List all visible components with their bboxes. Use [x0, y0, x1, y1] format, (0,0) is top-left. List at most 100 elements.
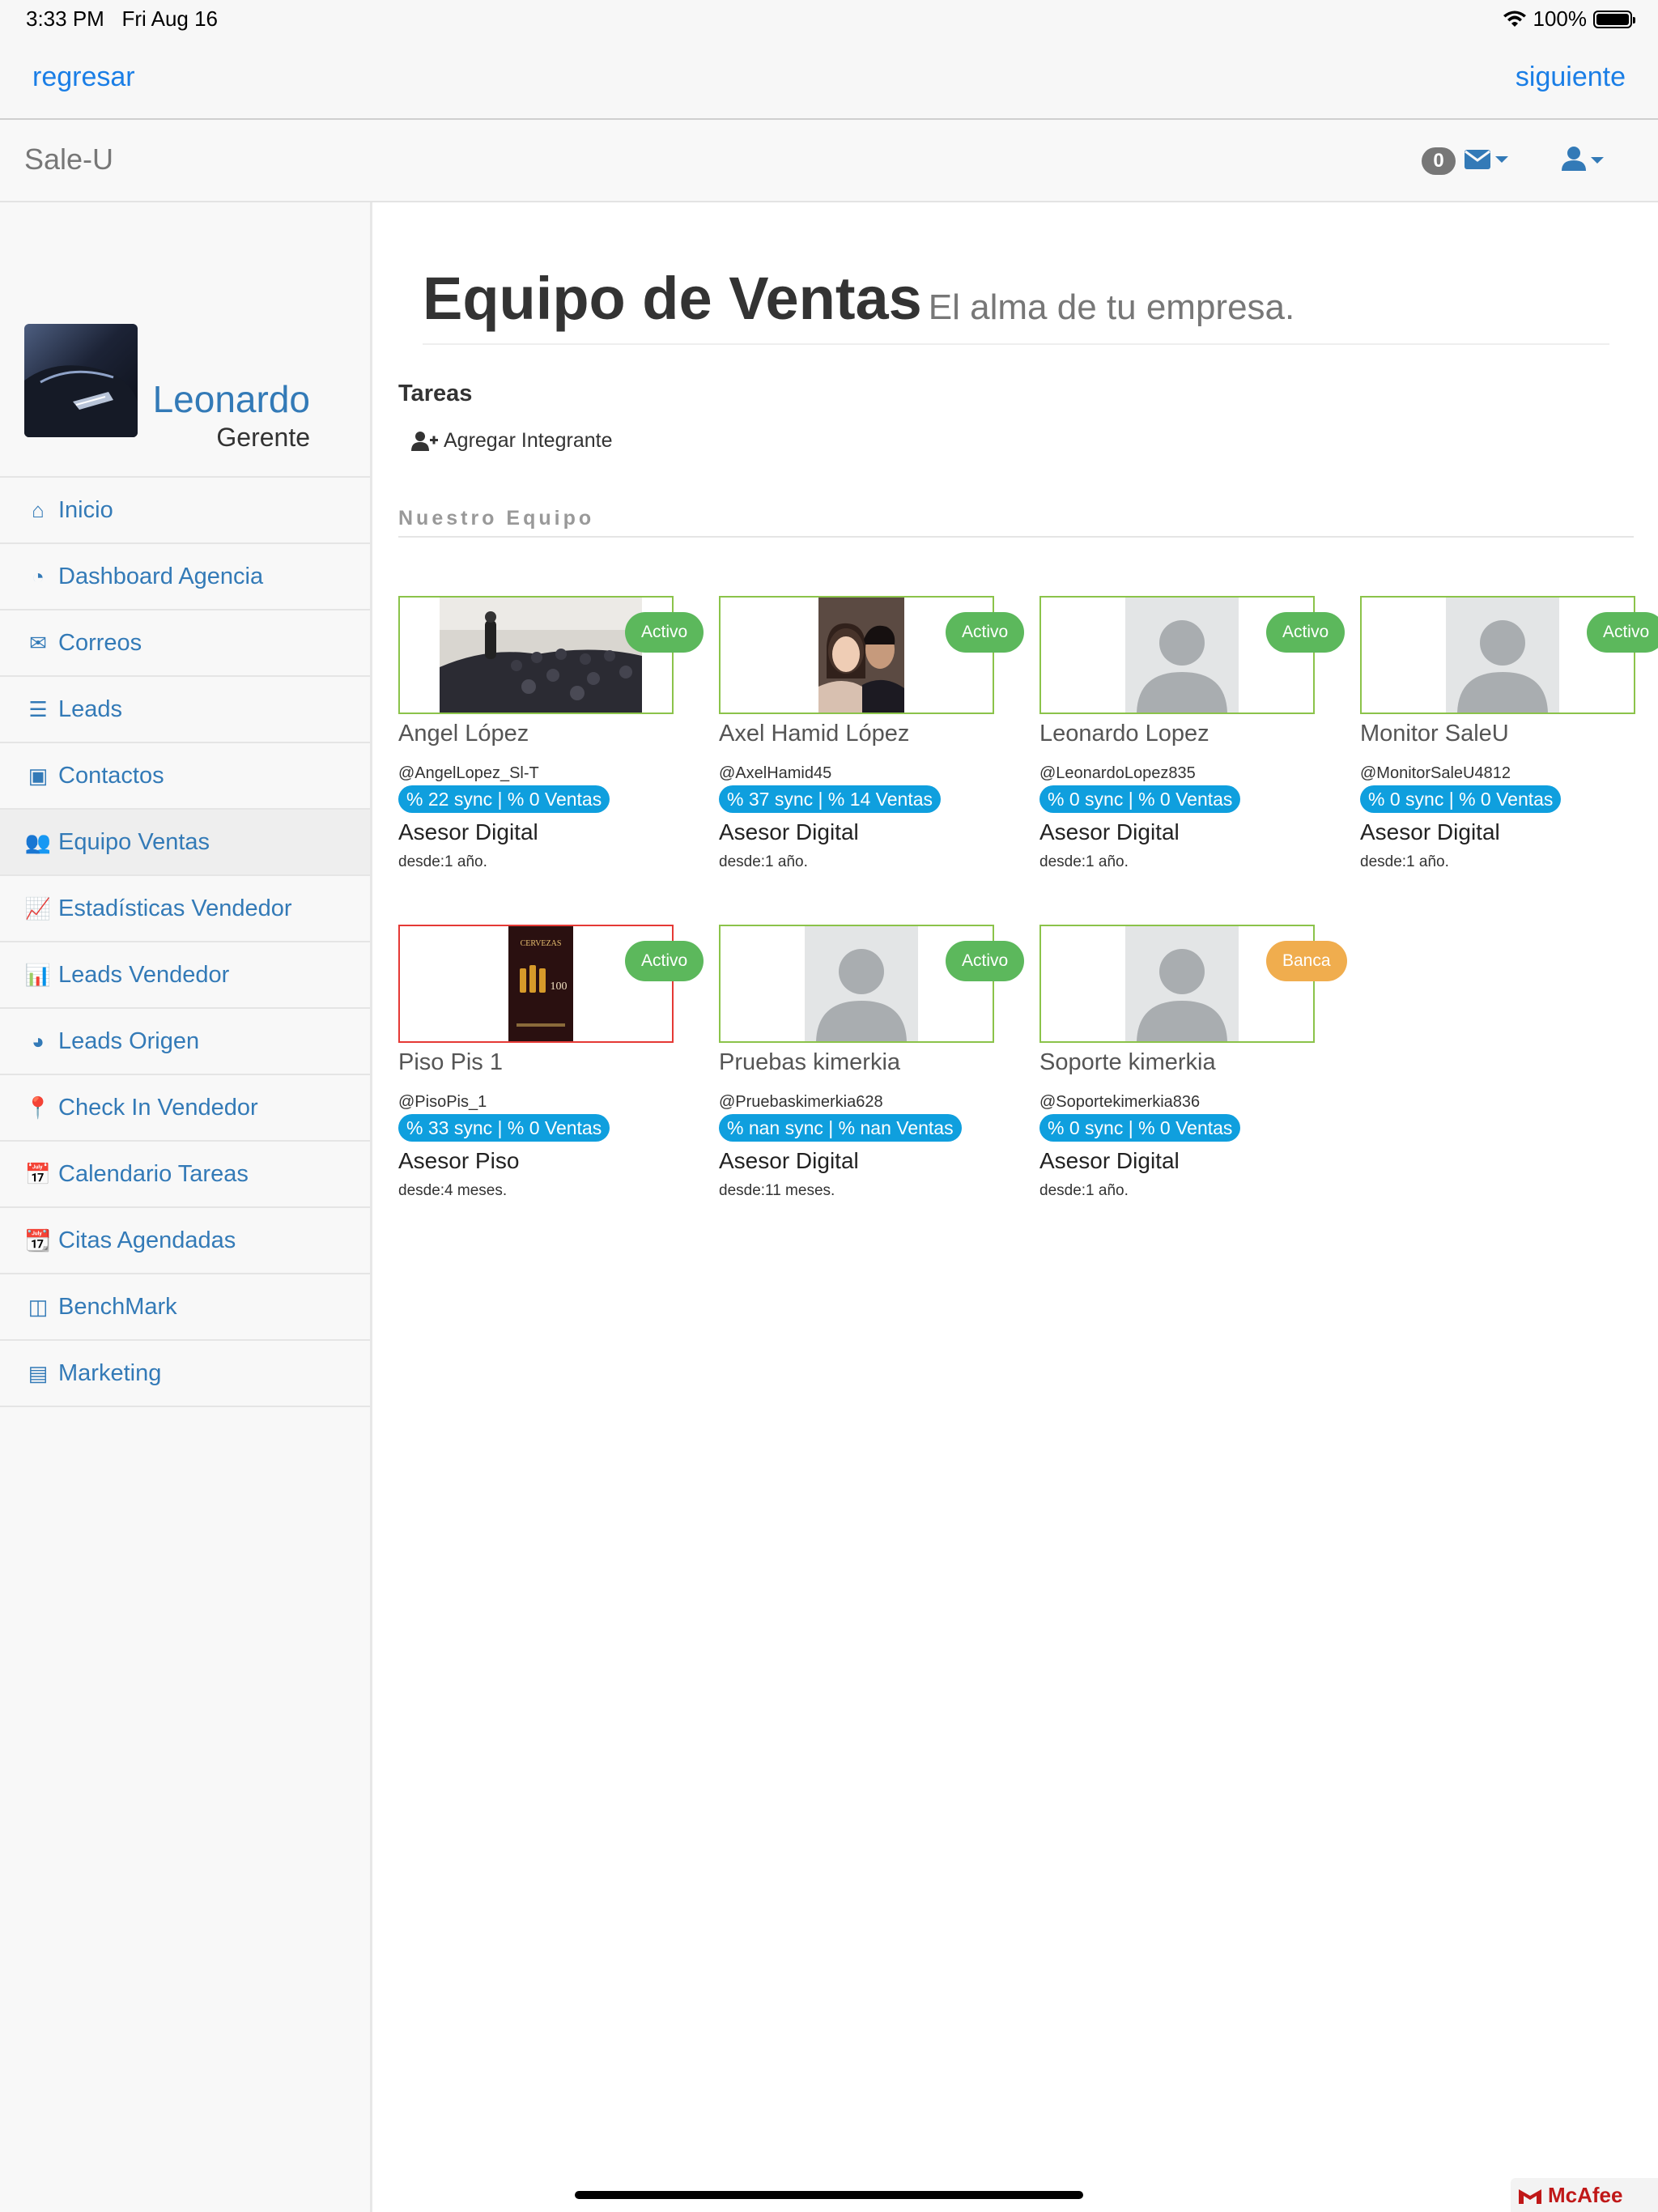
- sidebar-item-label: Citas Agendadas: [58, 1227, 236, 1253]
- back-link[interactable]: regresar: [32, 62, 135, 93]
- sidebar-item-equipo-ventas[interactable]: 👥 Equipo Ventas: [0, 810, 370, 876]
- member-photo-frame[interactable]: [719, 596, 994, 714]
- status-badge: Activo: [946, 941, 1025, 981]
- sidebar-item-label: Dashboard Agencia: [58, 563, 264, 589]
- member-name[interactable]: Monitor SaleU: [1360, 721, 1509, 747]
- member-since: desde:11 meses.: [719, 1182, 835, 1199]
- sidebar-item-inicio[interactable]: ⌂ Inicio: [0, 478, 370, 544]
- sidebar-item-dashboard-agencia[interactable]: ◔ Dashboard Agencia: [0, 544, 370, 610]
- member-role: Asesor Piso: [398, 1148, 520, 1173]
- member-photo-frame[interactable]: [719, 925, 994, 1043]
- sidebar-menu: ⌂ Inicio ◔ Dashboard Agencia ✉ Correos ☰ Leads ▣…: [0, 476, 370, 1407]
- team-member-card[interactable]: CERVEZAS 100 Activo Piso Pis 1 @PisoPis_1 % 3…: [398, 925, 704, 1199]
- sidebar-item-label: Equipo Ventas: [58, 828, 210, 855]
- sidebar-item-label: Calendario Tareas: [58, 1160, 249, 1187]
- sidebar-item-benchmark[interactable]: ◫ BenchMark: [0, 1274, 370, 1341]
- user-avatar[interactable]: [24, 324, 138, 437]
- member-name[interactable]: Pruebas kimerkia: [719, 1049, 900, 1076]
- team-member-card[interactable]: Activo Axel Hamid López @AxelHamid45 % 37 s…: [719, 596, 1025, 870]
- wifi-icon: [1503, 11, 1526, 27]
- sidebar: Leonardo Gerente ⌂ Inicio ◔ Dashboard Agenc…: [0, 202, 372, 2212]
- sidebar-item-contactos[interactable]: ▣ Contactos: [0, 743, 370, 810]
- sync-sales-badge: % 0 sync | % 0 Ventas: [1039, 785, 1241, 813]
- sidebar-item-leads-vendedor[interactable]: 📊 Leads Vendedor: [0, 942, 370, 1009]
- sidebar-item-leads[interactable]: ☰ Leads: [0, 677, 370, 743]
- mail-count-badge: 0: [1422, 147, 1456, 175]
- brand-name[interactable]: Sale-U: [24, 143, 113, 177]
- member-photo-frame[interactable]: CERVEZAS 100: [398, 925, 674, 1043]
- mail-dropdown[interactable]: [1464, 149, 1509, 174]
- member-photo-frame[interactable]: [1039, 925, 1315, 1043]
- sync-sales-badge: % nan sync | % nan Ventas: [719, 1114, 962, 1142]
- user-dropdown[interactable]: [1561, 146, 1605, 176]
- team-member-card[interactable]: Activo Angel López @AngelLopez_Sl-T % 22 sy…: [398, 596, 704, 870]
- sync-sales-badge: % 33 sync | % 0 Ventas: [398, 1114, 610, 1142]
- calendar-plus-icon: 📅: [24, 1161, 52, 1186]
- member-role: Asesor Digital: [1039, 819, 1180, 844]
- columns-icon: ◫: [28, 1294, 49, 1319]
- member-name[interactable]: Soporte kimerkia: [1039, 1049, 1216, 1076]
- status-badge: Activo: [625, 941, 704, 981]
- member-photo-frame[interactable]: [1039, 596, 1315, 714]
- member-since: desde:1 año.: [398, 853, 487, 870]
- member-role: Asesor Digital: [398, 819, 538, 844]
- battery-percent: 100%: [1533, 6, 1588, 31]
- line-chart-icon: 📈: [24, 895, 52, 921]
- sidebar-item-marketing[interactable]: ▤ Marketing: [0, 1341, 370, 1407]
- member-handle: @AxelHamid45: [719, 764, 832, 782]
- sync-sales-badge: % 22 sync | % 0 Ventas: [398, 785, 610, 813]
- sidebar-item-calendario-tareas[interactable]: 📅 Calendario Tareas: [0, 1142, 370, 1208]
- member-role: Asesor Digital: [1360, 819, 1500, 844]
- team-member-card[interactable]: Activo Pruebas kimerkia @Pruebaskimerkia62…: [719, 925, 1025, 1199]
- team-member-card[interactable]: Activo Monitor SaleU @MonitorSaleU4812 % 0 …: [1360, 596, 1658, 870]
- member-name[interactable]: Axel Hamid López: [719, 721, 909, 747]
- team-member-card[interactable]: Banca Soporte kimerkia @Soportekimerkia836…: [1039, 925, 1347, 1199]
- sidebar-item-label: Correos: [58, 629, 142, 656]
- member-role: Asesor Digital: [1039, 1148, 1180, 1173]
- list-alt-icon: ▤: [28, 1360, 49, 1385]
- user-name[interactable]: Leonardo: [153, 377, 310, 421]
- status-badge: Activo: [946, 612, 1025, 653]
- member-name[interactable]: Piso Pis 1: [398, 1049, 503, 1076]
- caret-down-icon: [1591, 157, 1605, 164]
- poster-title: CERVEZAS: [521, 939, 562, 948]
- tasks-heading: Tareas: [398, 381, 473, 406]
- member-name[interactable]: Leonardo Lopez: [1039, 721, 1209, 747]
- next-link[interactable]: siguiente: [1516, 62, 1626, 93]
- member-name[interactable]: Angel López: [398, 721, 529, 747]
- sidebar-item-leads-origen[interactable]: ◕ Leads Origen: [0, 1009, 370, 1075]
- member-photo: CERVEZAS 100: [508, 926, 573, 1041]
- caret-down-icon: [1495, 156, 1509, 163]
- sidebar-item-estadisticas-vendedor[interactable]: 📈 Estadísticas Vendedor: [0, 876, 370, 942]
- sidebar-item-label: Leads Origen: [58, 1027, 200, 1054]
- sidebar-item-check-in-vendedor[interactable]: 📍 Check In Vendedor: [0, 1075, 370, 1142]
- home-indicator: [575, 2191, 1083, 2199]
- bar-chart-icon: 📊: [24, 962, 52, 987]
- sidebar-item-correos[interactable]: ✉ Correos: [0, 610, 370, 677]
- sidebar-item-label: Leads Vendedor: [58, 961, 230, 988]
- envelope-icon: [1465, 150, 1490, 169]
- status-bar: 3:33 PM Fri Aug 16 100%: [0, 0, 1658, 39]
- dashboard-icon: ◔: [32, 564, 45, 589]
- calendar-icon: 📆: [24, 1227, 52, 1253]
- home-icon: ⌂: [32, 497, 45, 522]
- member-photo-frame[interactable]: [398, 596, 674, 714]
- add-member-button[interactable]: Agregar Integrante: [411, 429, 612, 453]
- member-photo: [1125, 598, 1239, 713]
- sidebar-item-citas-agendadas[interactable]: 📆 Citas Agendadas: [0, 1208, 370, 1274]
- status-badge: Activo: [1587, 612, 1658, 653]
- sidebar-item-label: Inicio: [58, 496, 113, 523]
- car-photo: [24, 365, 138, 437]
- tasks-icon: ☰: [28, 696, 48, 721]
- team-member-card[interactable]: Activo Leonardo Lopez @LeonardoLopez835 % 0…: [1039, 596, 1346, 870]
- mcafee-widget[interactable]: McAfee: [1511, 2178, 1658, 2212]
- page-title: Equipo de Ventas El alma de tu empresa.: [423, 265, 1295, 332]
- sync-sales-badge: % 37 sync | % 14 Ventas: [719, 785, 942, 813]
- member-handle: @LeonardoLopez835: [1039, 764, 1196, 782]
- sidebar-item-label: Marketing: [58, 1359, 162, 1386]
- team-divider: [398, 536, 1634, 538]
- member-photo-frame[interactable]: [1360, 596, 1635, 714]
- main-content: Equipo de Ventas El alma de tu empresa. T…: [372, 202, 1658, 2212]
- status-right: 100%: [1503, 6, 1635, 32]
- member-handle: @Pruebaskimerkia628: [719, 1093, 883, 1111]
